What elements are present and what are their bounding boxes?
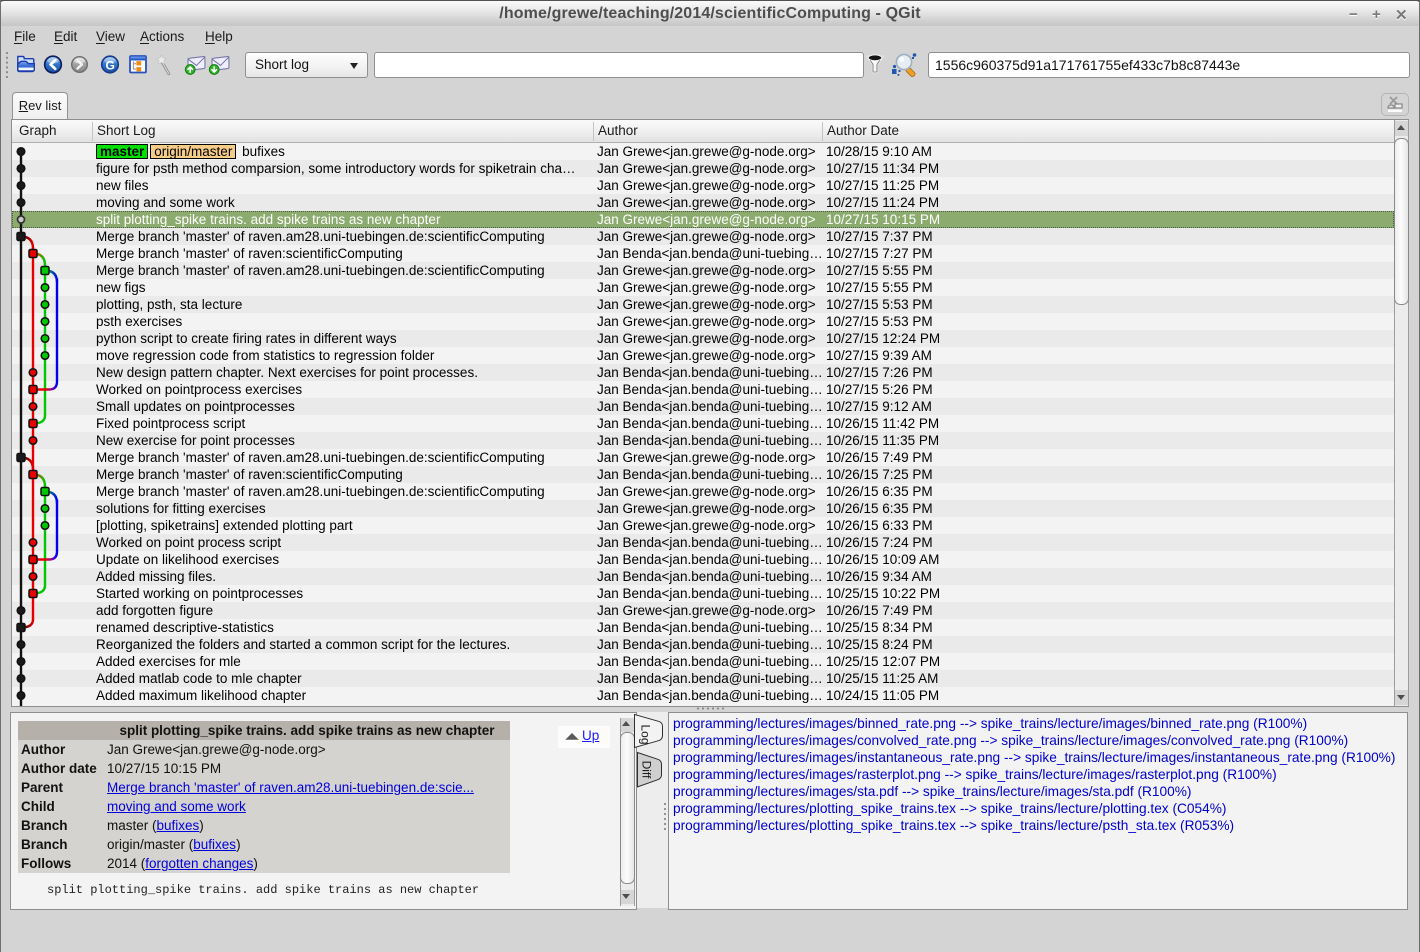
svg-text:Diff: Diff bbox=[640, 761, 654, 779]
svg-text:G: G bbox=[106, 58, 115, 72]
svg-text:Log: Log bbox=[639, 724, 653, 744]
